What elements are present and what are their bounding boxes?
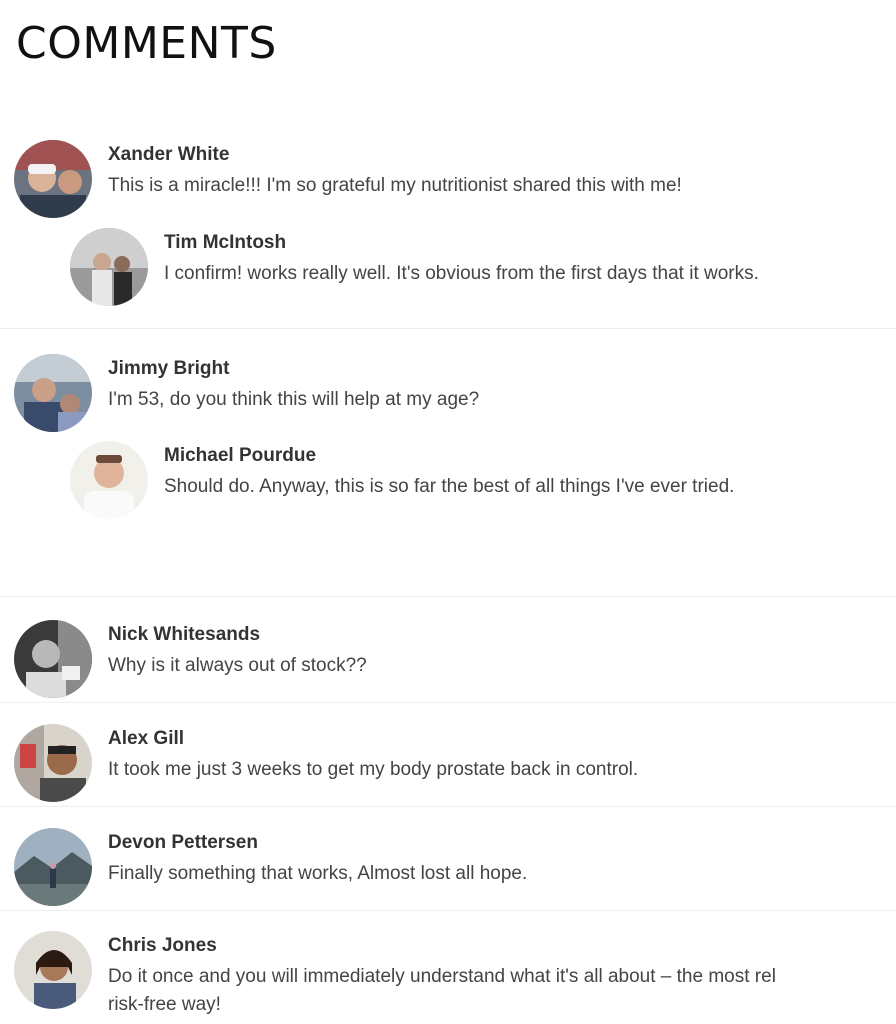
comment-item: Alex Gill It took me just 3 weeks to get… bbox=[14, 724, 638, 802]
comment-text: I'm 53, do you think this will help at m… bbox=[108, 389, 480, 410]
comment-text: Why is it always out of stock?? bbox=[108, 655, 367, 676]
comment-author[interactable]: Michael Pourdue bbox=[164, 445, 734, 467]
divider bbox=[0, 806, 896, 807]
comment-author[interactable]: Nick Whitesands bbox=[108, 624, 367, 646]
comment-item: Devon Pettersen Finally something that w… bbox=[14, 828, 527, 906]
page-title: COMMENTS bbox=[16, 18, 277, 69]
avatar[interactable] bbox=[14, 620, 92, 698]
comment-reply-item: Michael Pourdue Should do. Anyway, this … bbox=[70, 441, 734, 519]
avatar[interactable] bbox=[14, 354, 92, 432]
comment-author[interactable]: Jimmy Bright bbox=[108, 358, 479, 380]
comment-reply-item: Tim McIntosh I confirm! works really wel… bbox=[70, 228, 759, 306]
comment-author[interactable]: Alex Gill bbox=[108, 728, 638, 750]
avatar[interactable] bbox=[70, 441, 148, 519]
divider bbox=[0, 910, 896, 911]
comment-author[interactable]: Tim McIntosh bbox=[164, 232, 759, 254]
comment-text: Should do. Anyway, this is so far the be… bbox=[164, 476, 735, 497]
comment-author[interactable]: Devon Pettersen bbox=[108, 832, 527, 854]
comment-author[interactable]: Xander White bbox=[108, 144, 682, 166]
divider bbox=[0, 702, 896, 703]
comment-text: It took me just 3 weeks to get my body p… bbox=[108, 759, 639, 780]
avatar[interactable] bbox=[14, 828, 92, 906]
comment-text: This is a miracle!!! I'm so grateful my … bbox=[108, 175, 682, 196]
divider bbox=[0, 328, 896, 329]
comment-text: I confirm! works really well. It's obvio… bbox=[164, 263, 759, 284]
comment-item: Nick Whitesands Why is it always out of … bbox=[14, 620, 367, 698]
avatar[interactable] bbox=[14, 931, 92, 1009]
comment-text: Finally something that works, Almost los… bbox=[108, 863, 528, 884]
comment-item: Chris Jones Do it once and you will imme… bbox=[14, 931, 776, 1019]
avatar[interactable] bbox=[14, 724, 92, 802]
avatar[interactable] bbox=[70, 228, 148, 306]
comments-page: COMMENTS Xander White This is a miracle!… bbox=[0, 0, 896, 1024]
comment-text-continued: risk-free way! bbox=[108, 994, 221, 1015]
comment-item: Jimmy Bright I'm 53, do you think this w… bbox=[14, 354, 479, 432]
comment-text: Do it once and you will immediately unde… bbox=[108, 966, 776, 987]
avatar[interactable] bbox=[14, 140, 92, 218]
divider bbox=[0, 596, 896, 597]
comment-author[interactable]: Chris Jones bbox=[108, 935, 776, 957]
comment-item: Xander White This is a miracle!!! I'm so… bbox=[14, 140, 682, 218]
